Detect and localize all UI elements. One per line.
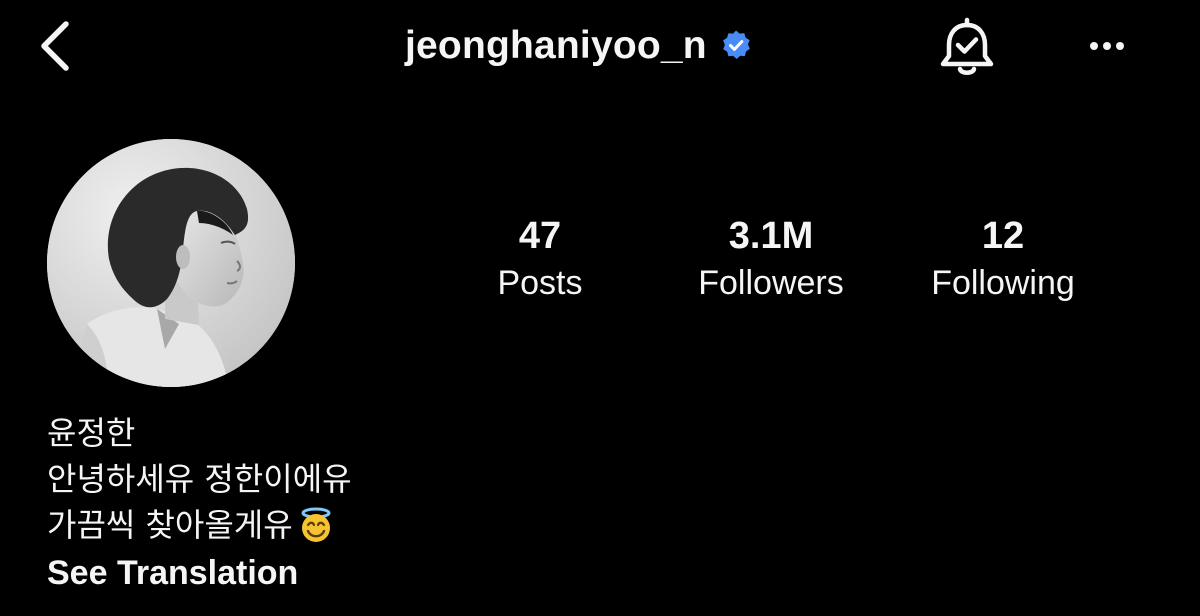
verified-badge-icon: [722, 30, 750, 59]
username-title: jeonghaniyoo_n: [405, 24, 707, 67]
followers-stat[interactable]: 3.1M Followers: [676, 213, 866, 307]
bell-check-icon: [940, 17, 994, 75]
profile-screen: jeonghaniyoo_n 47 Posts 3.1M Followers 1…: [0, 0, 1200, 616]
followers-label: Followers: [698, 264, 844, 302]
posts-stat[interactable]: 47 Posts: [470, 213, 610, 307]
following-stat[interactable]: 12 Following: [912, 213, 1094, 307]
see-translation-link[interactable]: See Translation: [47, 548, 352, 598]
back-button[interactable]: [30, 18, 82, 74]
profile-photo: [47, 139, 295, 387]
display-name: 윤정한: [47, 414, 136, 452]
posts-label: Posts: [497, 264, 583, 302]
more-horizontal-icon: [1090, 42, 1124, 50]
chevron-left-icon: [41, 21, 69, 71]
avatar[interactable]: [47, 139, 295, 387]
followers-count: 3.1M: [728, 215, 814, 257]
more-options-button[interactable]: [1080, 26, 1134, 66]
bio-line-2-text: 가끔씩 찾아올게유: [47, 506, 293, 544]
notifications-button[interactable]: [934, 16, 1000, 80]
bio-line-1-text: 안녕하세유 정한이에유: [47, 460, 352, 498]
following-count: 12: [981, 215, 1025, 257]
profile-header-title: jeonghaniyoo_n: [405, 22, 753, 70]
bio-line-2: 가끔씩 찾아올게유: [47, 502, 352, 548]
posts-count: 47: [518, 215, 562, 257]
bio-line-1: 안녕하세유 정한이에유: [47, 456, 352, 502]
smiling-face-with-halo-icon: [301, 507, 331, 542]
following-label: Following: [931, 264, 1075, 302]
profile-bio: 윤정한 안녕하세유 정한이에유 가끔씩 찾아올게유 See Translatio…: [47, 410, 352, 598]
